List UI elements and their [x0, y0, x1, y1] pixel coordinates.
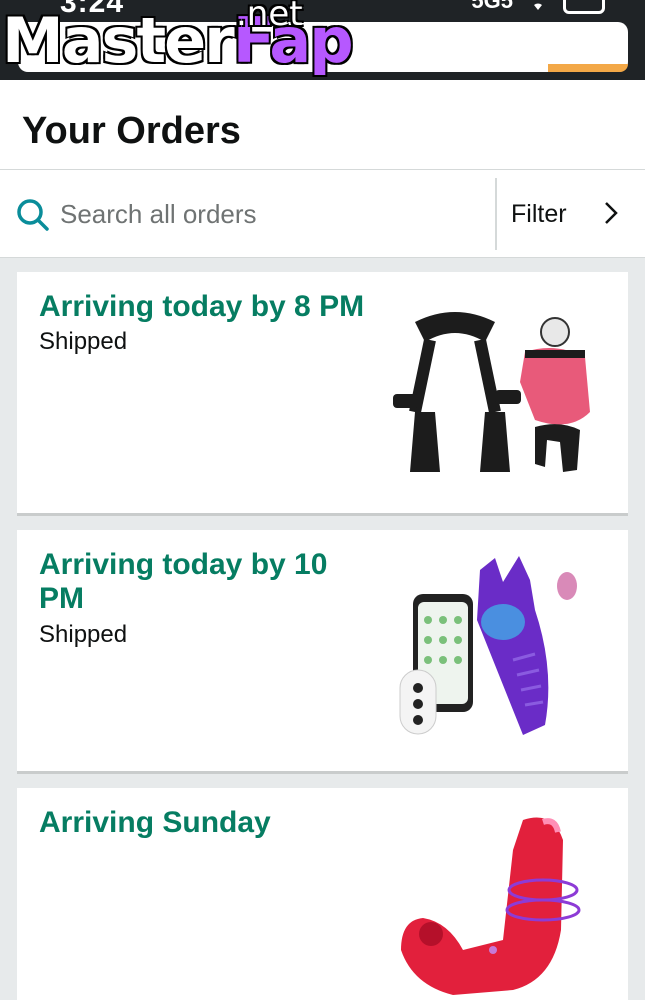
filter-label: Filter — [511, 199, 567, 228]
chevron-right-icon — [605, 202, 618, 224]
wifi-icon — [528, 0, 548, 10]
signal-text: 5G5 — [471, 0, 513, 13]
order-status: Arriving today by 10 PM — [39, 548, 328, 615]
order-card[interactable]: Arriving today by 10 PM Shipped — [17, 530, 628, 774]
watermark-suffix: .net — [236, 0, 303, 34]
search-input[interactable] — [60, 190, 480, 238]
order-status: Arriving Sunday — [39, 806, 271, 839]
order-card[interactable]: Arriving Sunday — [17, 788, 628, 1000]
search-icon[interactable] — [16, 198, 50, 232]
filter-button[interactable]: Filter — [497, 170, 645, 258]
order-card[interactable]: Arriving today by 8 PM Shipped — [17, 272, 628, 516]
order-substatus: Shipped — [39, 621, 128, 648]
order-status: Arriving today by 8 PM — [39, 290, 365, 323]
status-indicators: 5G5 — [471, 0, 605, 14]
battery-icon — [563, 0, 605, 14]
restraint-swing-product-image[interactable] — [385, 302, 605, 482]
red-vibrator-product-image[interactable] — [393, 810, 603, 1000]
url-bar-progress — [548, 64, 628, 72]
order-substatus: Shipped — [39, 328, 128, 355]
title-section: Your Orders — [0, 80, 645, 170]
page-title: Your Orders — [22, 110, 241, 152]
search-row: Filter — [0, 170, 645, 258]
app-controlled-toy-product-image[interactable] — [395, 550, 595, 750]
